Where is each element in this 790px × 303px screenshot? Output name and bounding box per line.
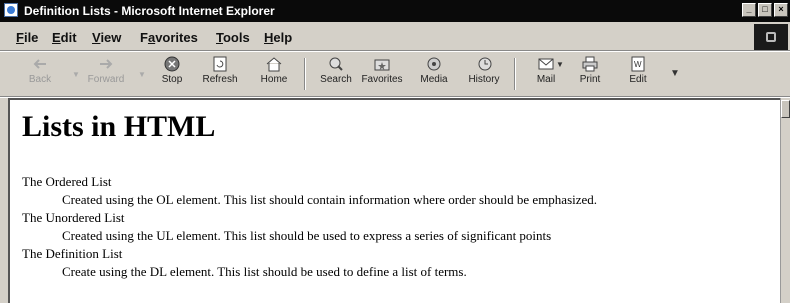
mail-icon	[537, 56, 555, 72]
history-button[interactable]: History	[458, 54, 510, 94]
refresh-icon	[211, 56, 229, 72]
back-dropdown-icon[interactable]: ▼	[72, 70, 80, 79]
print-button[interactable]: Print	[564, 54, 616, 94]
svg-text:W: W	[634, 60, 642, 69]
window-title: Definition Lists - Microsoft Internet Ex…	[24, 4, 275, 18]
mail-dropdown-icon[interactable]: ▼	[556, 60, 564, 69]
favorites-button[interactable]: Favorites	[356, 54, 408, 94]
definition-description: Create using the DL element. This list s…	[62, 264, 467, 279]
scrollbar-up-arrow[interactable]	[781, 100, 790, 118]
standard-toolbar: Back ▼ Forward ▼ Stop Refresh Home Searc…	[0, 52, 790, 96]
menu-file[interactable]: File	[16, 30, 38, 45]
forward-arrow-icon	[97, 56, 115, 72]
definition-term: The Definition List	[22, 246, 123, 261]
edit-button[interactable]: W Edit	[612, 54, 664, 94]
forward-dropdown-icon[interactable]: ▼	[138, 70, 146, 79]
vertical-scrollbar[interactable]	[780, 98, 790, 303]
stop-button[interactable]: Stop	[146, 54, 198, 94]
forward-button[interactable]: Forward	[80, 54, 132, 94]
back-arrow-icon	[31, 56, 49, 72]
printer-icon	[581, 56, 599, 72]
minimize-icon[interactable]: _	[742, 3, 756, 17]
ie-icon	[4, 3, 18, 17]
menu-favorites[interactable]: Favorites	[140, 30, 198, 45]
title-bar: Definition Lists - Microsoft Internet Ex…	[0, 0, 790, 22]
home-icon	[265, 56, 283, 72]
definition-description: Created using the UL element. This list …	[62, 228, 552, 243]
toolbar-separator	[304, 58, 306, 90]
page-heading: Lists in HTML	[22, 110, 216, 143]
menu-help[interactable]: Help	[264, 30, 292, 45]
definition-term: The Unordered List	[22, 210, 125, 225]
edit-page-icon: W	[629, 56, 647, 72]
back-button[interactable]: Back	[14, 54, 66, 94]
search-icon	[327, 56, 345, 72]
media-button[interactable]: Media	[408, 54, 460, 94]
menu-edit[interactable]: Edit	[52, 30, 77, 45]
windows-logo-icon	[754, 24, 788, 50]
close-icon[interactable]: ×	[774, 3, 788, 17]
favorites-folder-icon	[373, 56, 391, 72]
menu-view[interactable]: View	[92, 30, 121, 45]
media-icon	[425, 56, 443, 72]
history-icon	[475, 56, 493, 72]
stop-icon	[163, 56, 181, 72]
menu-tools[interactable]: Tools	[216, 30, 250, 45]
toolbar-options-icon[interactable]: ▼	[670, 68, 680, 79]
refresh-button[interactable]: Refresh	[194, 54, 246, 94]
window-controls: _ □ ×	[742, 3, 788, 17]
definition-term: The Ordered List	[22, 174, 112, 189]
menu-bar: File Edit View Favorites Tools Help	[0, 24, 790, 50]
page-content: Lists in HTML The Ordered List Created u…	[8, 98, 780, 303]
definition-description: Created using the OL element. This list …	[62, 192, 598, 207]
search-button[interactable]: Search	[310, 54, 362, 94]
home-button[interactable]: Home	[248, 54, 300, 94]
maximize-icon[interactable]: □	[758, 3, 772, 17]
toolbar-separator	[514, 58, 516, 90]
